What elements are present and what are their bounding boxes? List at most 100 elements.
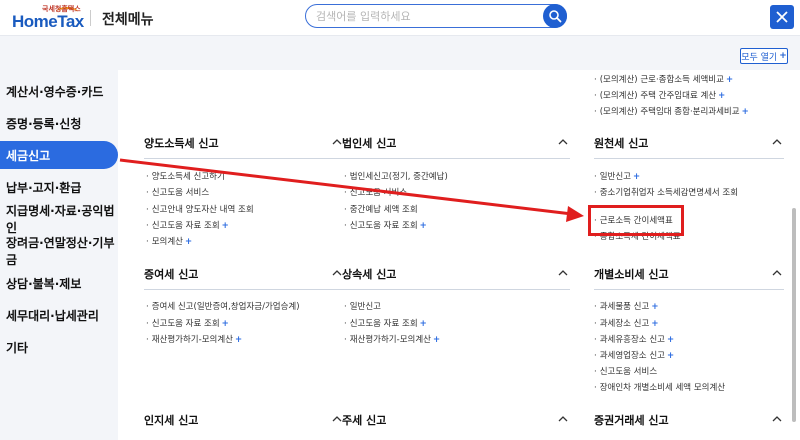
- list-item[interactable]: · 양도소득세 신고하기: [146, 170, 225, 182]
- chevron-up-icon[interactable]: [558, 137, 568, 147]
- section-divider: [144, 158, 344, 159]
- list-item[interactable]: · 과세유흥장소 신고 +: [594, 333, 674, 345]
- plus-icon: +: [221, 319, 229, 329]
- chevron-up-icon[interactable]: [772, 137, 782, 147]
- section-divider: [144, 289, 344, 290]
- toolbar-band: [0, 36, 800, 70]
- plus-icon: +: [725, 75, 734, 85]
- list-item-label: (모의계산) 주택임대 종합·분리과세비교: [599, 107, 740, 117]
- list-item[interactable]: · 과세장소 신고 +: [594, 317, 658, 329]
- page-title: 전체메뉴: [102, 12, 154, 28]
- list-item[interactable]: · 법인세신고(정기, 중간예납): [344, 170, 448, 182]
- list-item-label: 재산평가하기-모의계산: [151, 335, 233, 345]
- scrollbar-thumb[interactable]: [792, 208, 796, 422]
- sidebar-item-consultation[interactable]: 상담·불복·제보: [0, 269, 118, 297]
- list-item[interactable]: · 일반신고 +: [594, 170, 640, 182]
- search-box: [305, 4, 567, 28]
- list-item[interactable]: · 신고도움 서비스: [344, 186, 407, 198]
- section-title-corporate[interactable]: 법인세 신고: [342, 135, 396, 151]
- list-item-label: 재산평가하기-모의계산: [349, 335, 431, 345]
- sidebar-item-payment[interactable]: 납부·고지·환급: [0, 173, 118, 201]
- list-item[interactable]: · 신고도움 자료 조회 +: [344, 219, 427, 231]
- expand-all-button[interactable]: 모두 열기 +: [740, 48, 788, 64]
- sidebar-item-label: 세금신고: [6, 148, 51, 163]
- section-title-securities[interactable]: 증권거래세 신고: [594, 412, 669, 428]
- plus-icon: +: [651, 302, 659, 312]
- list-item[interactable]: · 신고도움 자료 조회 +: [146, 219, 229, 231]
- sidebar-item-statements[interactable]: 지급명세·자료·공익법인: [0, 204, 118, 235]
- list-item-label: 모의계산: [151, 237, 183, 247]
- list-item[interactable]: · 신고도움 자료 조회 +: [344, 317, 427, 329]
- list-item-label: 신고도움 서비스: [599, 367, 658, 377]
- list-item[interactable]: · 과세물품 신고 +: [594, 300, 658, 312]
- annotation-highlight-box: [588, 205, 684, 236]
- sidebar-item-incentives[interactable]: 장려금·연말정산·기부금: [0, 236, 118, 267]
- chevron-up-icon[interactable]: [332, 268, 342, 278]
- sidebar-item-tax-filing[interactable]: 세금신고: [0, 141, 118, 169]
- plus-icon: +: [221, 221, 229, 231]
- list-item[interactable]: · (모의계산) 주택 간주임대료 계산 +: [594, 89, 725, 101]
- section-title-stamp[interactable]: 인지세 신고: [144, 412, 198, 428]
- plus-icon: +: [779, 51, 787, 61]
- list-item-label: (모의계산) 주택 간주임대료 계산: [599, 91, 717, 101]
- search-button[interactable]: [543, 4, 567, 28]
- list-item-label: 장애인차 개별소비세 세액 모의계산: [599, 383, 726, 393]
- logo-text: HomeTax: [12, 12, 84, 31]
- section-title-liquor[interactable]: 주세 신고: [342, 412, 386, 428]
- list-item-label: 신고안내 양도자산 내역 조회: [151, 205, 254, 215]
- list-item[interactable]: · 신고도움 서비스: [146, 186, 209, 198]
- section-title-transfer[interactable]: 양도소득세 신고: [144, 135, 219, 151]
- list-item[interactable]: · 일반신고: [344, 300, 381, 312]
- sidebar-item-certificate[interactable]: 증명·등록·신청: [0, 109, 118, 137]
- hometax-logo[interactable]: 국세청홈택스 HomeTax: [12, 4, 88, 32]
- chevron-up-icon[interactable]: [332, 137, 342, 147]
- list-item[interactable]: · 장애인차 개별소비세 세액 모의계산: [594, 381, 725, 393]
- list-item[interactable]: · 재산평가하기-모의계산 +: [344, 333, 440, 345]
- section-title-excise[interactable]: 개별소비세 신고: [594, 266, 669, 282]
- list-item-label: (모의계산) 근로·종합소득 세액비교: [599, 75, 724, 85]
- list-item[interactable]: · 재산평가하기-모의계산 +: [146, 333, 242, 345]
- list-item-label: 신고도움 자료 조회: [151, 319, 220, 329]
- list-item-label: 법인세신고(정기, 중간예납): [349, 172, 448, 182]
- list-item[interactable]: · 모의계산 +: [146, 235, 192, 247]
- close-button[interactable]: [770, 5, 794, 29]
- list-item[interactable]: · 신고도움 서비스: [594, 365, 657, 377]
- section-divider: [342, 158, 570, 159]
- list-item-label: 신고도움 자료 조회: [151, 221, 220, 231]
- list-item-label: 일반신고: [599, 172, 631, 182]
- chevron-up-icon[interactable]: [558, 268, 568, 278]
- sidebar-item-label: 기타: [6, 340, 29, 355]
- plus-icon: +: [419, 221, 427, 231]
- list-item[interactable]: · 중간예납 세액 조회: [344, 203, 418, 215]
- chevron-up-icon[interactable]: [772, 414, 782, 424]
- list-item-label: 중간예납 세액 조회: [349, 205, 418, 215]
- sidebar-item-label: 계산서·영수증·카드: [6, 84, 104, 99]
- plus-icon: +: [651, 319, 659, 329]
- section-title-gift[interactable]: 증여세 신고: [144, 266, 198, 282]
- sidebar-item-etc[interactable]: 기타: [0, 333, 118, 361]
- list-item[interactable]: · 증여세 신고(일반증여,창업자금/가업승계): [146, 300, 300, 312]
- section-divider: [342, 289, 570, 290]
- chevron-up-icon[interactable]: [772, 268, 782, 278]
- sidebar-item-label: 세무대리·납세관리: [6, 308, 99, 323]
- chevron-up-icon[interactable]: [558, 414, 568, 424]
- section-title-inheritance[interactable]: 상속세 신고: [342, 266, 396, 282]
- plus-icon: +: [184, 237, 193, 247]
- list-item[interactable]: · 신고도움 자료 조회 +: [146, 317, 229, 329]
- plus-icon: +: [718, 91, 726, 101]
- search-input[interactable]: [316, 8, 536, 24]
- list-item-label: 신고도움 서비스: [151, 188, 210, 198]
- sidebar-item-agent[interactable]: 세무대리·납세관리: [0, 301, 118, 329]
- sidebar-item-invoice[interactable]: 계산서·영수증·카드: [0, 77, 118, 105]
- chevron-up-icon[interactable]: [332, 414, 342, 424]
- plus-icon: +: [419, 319, 427, 329]
- list-item[interactable]: · 중소기업취업자 소득세감면명세서 조회: [594, 186, 738, 198]
- list-item[interactable]: · 신고안내 양도자산 내역 조회: [146, 203, 254, 215]
- list-item[interactable]: · (모의계산) 근로·종합소득 세액비교 +: [594, 73, 733, 85]
- plus-icon: +: [632, 172, 641, 182]
- list-item[interactable]: · 과세영업장소 신고 +: [594, 349, 674, 361]
- list-item-label: 중소기업취업자 소득세감면명세서 조회: [599, 188, 739, 198]
- list-item-label: 일반신고: [349, 302, 381, 312]
- section-title-withholding[interactable]: 원천세 신고: [594, 135, 648, 151]
- list-item[interactable]: · (모의계산) 주택임대 종합·분리과세비교 +: [594, 105, 749, 117]
